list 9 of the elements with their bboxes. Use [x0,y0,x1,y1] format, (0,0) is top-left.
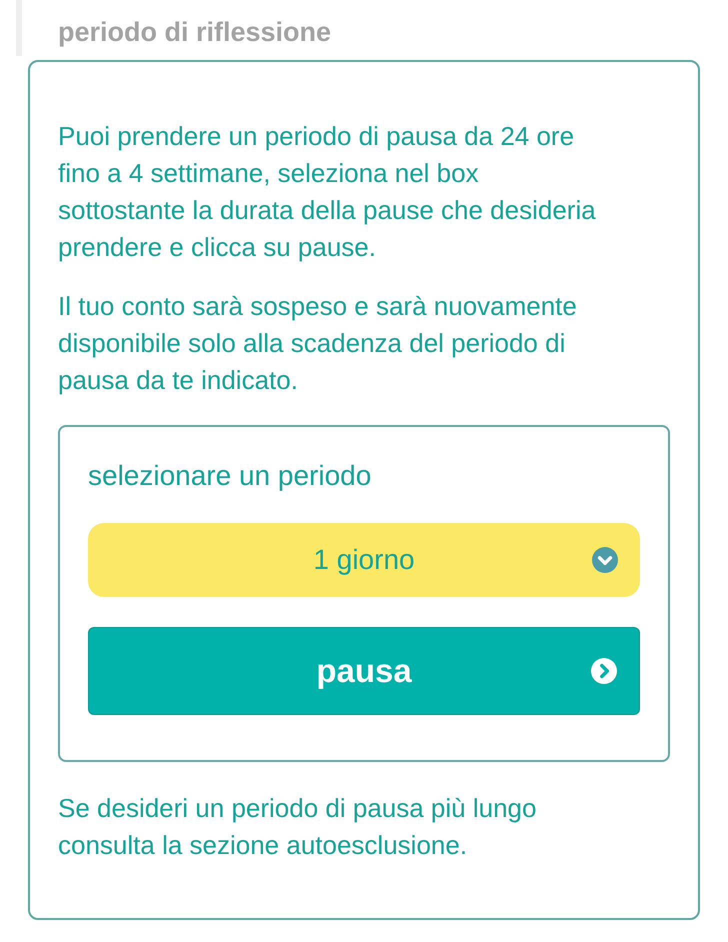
info-paragraph: Puoi prendere un periodo di pausa da 24 ore fino a 4 settimane, seleziona nel box sottostante la durata della pause che desideria prendere e clicca su pause. [58,120,597,264]
pause-button[interactable]: pausa [88,627,640,715]
section-heading: periodo di riflessione [58,16,332,49]
info-paragraph: Il tuo conto sarà sospeso e sarà nuovamente disponibile solo alla scadenza del periodo di pausa da te indicato. [58,290,578,397]
chevron-right-icon [591,658,617,684]
footer-note: Se desideri un periodo di pausa più lungo consulta la sezione autoesclusione. [58,792,538,862]
period-dropdown[interactable]: 1 giorno [88,523,640,597]
select-label: selezionare un periodo [88,459,372,493]
chevron-down-icon [592,547,618,573]
